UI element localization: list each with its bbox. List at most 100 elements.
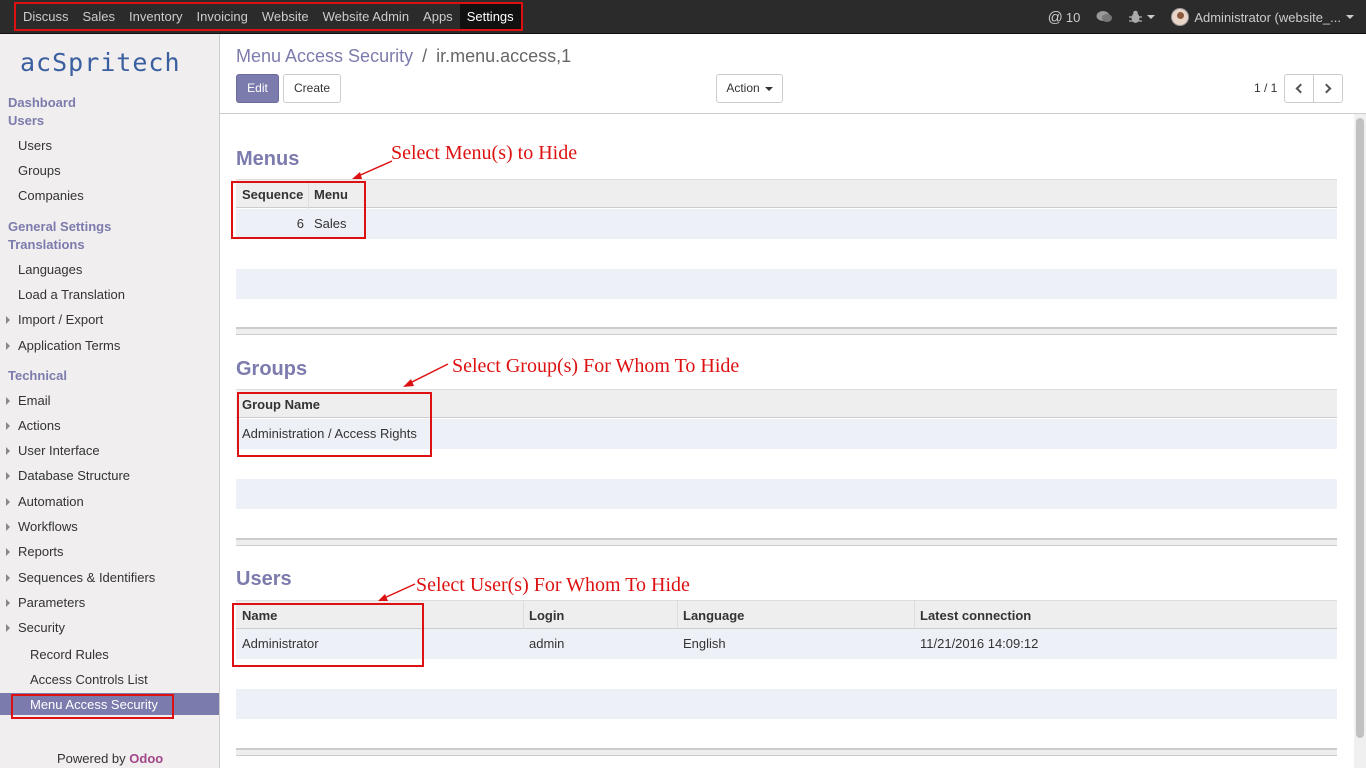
chat-icon[interactable] xyxy=(1096,10,1113,24)
chevron-down-icon xyxy=(764,86,773,91)
systray: @ 10 Administrator (website_... xyxy=(1032,0,1354,34)
menu-website[interactable]: Website xyxy=(255,4,316,29)
caret-right-icon xyxy=(6,548,10,556)
sidebar-item-user-interface[interactable]: User Interface xyxy=(18,443,100,458)
sidebar-item-email[interactable]: Email xyxy=(18,393,51,408)
breadcrumb-parent[interactable]: Menu Access Security xyxy=(236,46,413,66)
odoo-link[interactable]: Odoo xyxy=(129,751,163,766)
powered-by-label: Powered by xyxy=(57,751,126,766)
cell-login: admin xyxy=(529,636,565,651)
groups-section-title: Groups xyxy=(236,358,308,380)
annotation-highlight-box xyxy=(231,181,366,239)
menu-invoicing[interactable]: Invoicing xyxy=(190,4,255,29)
edit-button[interactable]: Edit xyxy=(236,74,279,103)
breadcrumb-current: ir.menu.access,1 xyxy=(436,46,572,66)
caret-right-icon xyxy=(6,447,10,455)
sidebar-item-application-terms[interactable]: Application Terms xyxy=(18,338,120,353)
sidebar-section-technical[interactable]: Technical xyxy=(8,368,67,383)
users-section-title: Users xyxy=(236,568,292,590)
caret-right-icon xyxy=(6,472,10,480)
annotation-highlight-box xyxy=(237,392,432,457)
pager-next-button[interactable] xyxy=(1313,74,1343,103)
table-footer xyxy=(236,538,1337,546)
top-navbar: Discuss Sales Inventory Invoicing Websit… xyxy=(0,0,1366,34)
menus-table-header: Sequence Menu xyxy=(236,179,1337,209)
empty-row xyxy=(236,689,1337,719)
create-button[interactable]: Create xyxy=(283,74,341,103)
cell-language: English xyxy=(683,636,726,651)
sidebar-section-general-settings[interactable]: General Settings xyxy=(8,219,111,234)
column-divider xyxy=(523,601,524,630)
sidebar-item-access-controls-list[interactable]: Access Controls List xyxy=(30,672,148,687)
sidebar-item-groups[interactable]: Groups xyxy=(18,163,61,178)
menus-section-title: Menus xyxy=(236,148,300,170)
caret-right-icon xyxy=(6,342,10,350)
caret-right-icon xyxy=(6,316,10,324)
col-latest-connection[interactable]: Latest connection xyxy=(920,601,1031,630)
caret-right-icon xyxy=(6,498,10,506)
sidebar-item-import-export[interactable]: Import / Export xyxy=(18,312,103,327)
menu-apps[interactable]: Apps xyxy=(416,4,460,29)
pager-previous-button[interactable] xyxy=(1284,74,1314,103)
form-sheet: Menus Sequence Menu 6 Sales Select Menu(… xyxy=(220,114,1354,768)
vertical-scrollbar[interactable] xyxy=(1354,114,1366,768)
caret-right-icon xyxy=(6,574,10,582)
menu-settings[interactable]: Settings xyxy=(459,4,521,29)
table-row[interactable]: 6 Sales xyxy=(236,209,1337,239)
scrollbar-thumb[interactable] xyxy=(1356,118,1364,738)
debug-bug-icon[interactable] xyxy=(1129,10,1156,24)
sidebar-item-database-structure[interactable]: Database Structure xyxy=(18,468,130,483)
sidebar-item-load-translation[interactable]: Load a Translation xyxy=(18,287,125,302)
chevron-down-icon xyxy=(1147,15,1156,19)
caret-right-icon xyxy=(6,397,10,405)
annotation-arrow-icon xyxy=(403,363,449,387)
pager-value[interactable]: 1 / 1 xyxy=(1254,81,1277,95)
sidebar-item-languages[interactable]: Languages xyxy=(18,262,82,277)
annotation-highlight-box xyxy=(232,603,424,667)
sidebar-dashboard[interactable]: Dashboard xyxy=(8,95,76,110)
empty-row xyxy=(236,479,1337,509)
cell-latest-connection: 11/21/2016 14:09:12 xyxy=(920,636,1039,651)
menu-inventory[interactable]: Inventory xyxy=(122,4,189,29)
sidebar-item-record-rules[interactable]: Record Rules xyxy=(30,647,109,662)
sidebar-item-companies[interactable]: Companies xyxy=(18,188,84,203)
table-footer xyxy=(236,327,1337,335)
sidebar: acSpritech Dashboard Users Users Groups … xyxy=(0,34,220,768)
annotation-highlight-box xyxy=(11,694,174,719)
breadcrumb-separator: / xyxy=(422,46,428,66)
column-divider xyxy=(677,601,678,630)
avatar xyxy=(1171,8,1190,26)
menu-website-admin[interactable]: Website Admin xyxy=(316,4,416,29)
mentions-count: 10 xyxy=(1065,9,1081,25)
groups-annotation: Select Group(s) For Whom To Hide xyxy=(452,355,740,377)
chevron-left-icon xyxy=(1295,83,1306,94)
col-language[interactable]: Language xyxy=(683,601,744,630)
caret-right-icon xyxy=(6,523,10,531)
menu-sales[interactable]: Sales xyxy=(76,4,123,29)
action-label: Action xyxy=(726,81,760,95)
users-annotation: Select User(s) For Whom To Hide xyxy=(416,574,690,596)
menus-annotation: Select Menu(s) to Hide xyxy=(391,142,578,164)
user-menu[interactable]: Administrator (website_... xyxy=(1171,8,1354,26)
at-icon: @ xyxy=(1047,8,1063,26)
caret-right-icon xyxy=(6,599,10,607)
user-name: Administrator (website_... xyxy=(1194,9,1341,25)
menu-discuss[interactable]: Discuss xyxy=(16,4,76,29)
sidebar-section-translations[interactable]: Translations xyxy=(8,237,85,252)
sidebar-item-users[interactable]: Users xyxy=(18,138,52,153)
sidebar-item-actions[interactable]: Actions xyxy=(18,418,61,433)
sidebar-item-reports[interactable]: Reports xyxy=(18,544,64,559)
sidebar-item-parameters[interactable]: Parameters xyxy=(18,595,85,610)
sidebar-item-sequences[interactable]: Sequences & Identifiers xyxy=(18,570,155,585)
mentions-button[interactable]: @ 10 xyxy=(1048,9,1081,26)
annotation-arrow-icon xyxy=(378,583,416,601)
breadcrumb: Menu Access Security / ir.menu.access,1 xyxy=(236,46,571,67)
sidebar-item-workflows[interactable]: Workflows xyxy=(18,519,78,534)
action-dropdown[interactable]: Action xyxy=(716,74,783,103)
chevron-right-icon xyxy=(1321,83,1332,94)
sidebar-section-users[interactable]: Users xyxy=(8,113,44,128)
col-login[interactable]: Login xyxy=(529,601,564,630)
sidebar-item-security[interactable]: Security xyxy=(18,620,65,635)
sidebar-item-automation[interactable]: Automation xyxy=(18,494,84,509)
powered-by: Powered by Odoo xyxy=(57,751,163,766)
